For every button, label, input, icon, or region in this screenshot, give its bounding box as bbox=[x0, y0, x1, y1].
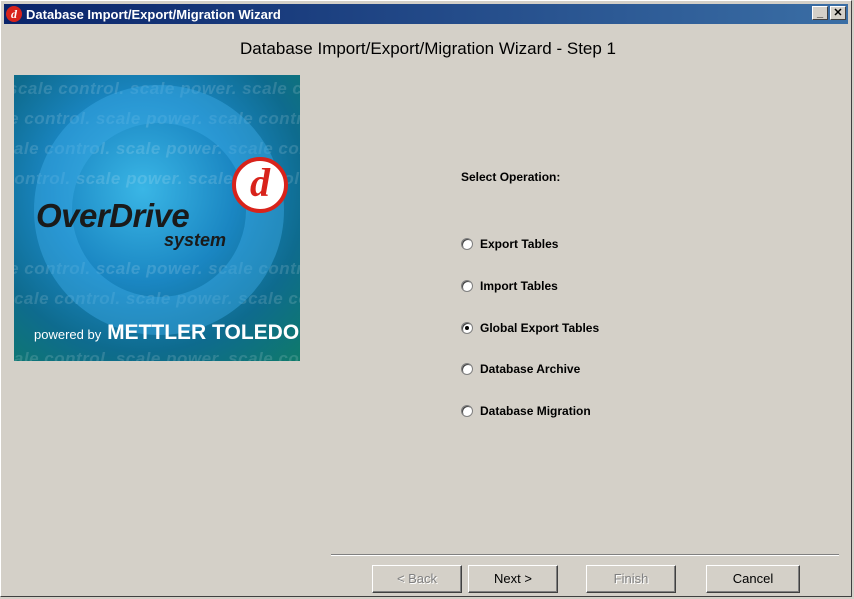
radio-button[interactable] bbox=[461, 280, 473, 292]
back-button[interactable]: < Back bbox=[372, 565, 462, 593]
radio-label: Database Migration bbox=[480, 404, 591, 418]
radio-button[interactable] bbox=[461, 238, 473, 250]
radio-database-migration[interactable]: Database Migration bbox=[461, 404, 591, 418]
finish-button[interactable]: Finish bbox=[586, 565, 676, 593]
radio-label: Export Tables bbox=[480, 237, 559, 251]
window-title: Database Import/Export/Migration Wizard bbox=[26, 6, 281, 22]
d-logo-icon: d bbox=[232, 157, 288, 213]
wizard-heading: Database Import/Export/Migration Wizard … bbox=[239, 39, 617, 58]
wizard-window: d Database Import/Export/Migration Wizar… bbox=[0, 0, 852, 597]
cancel-button[interactable]: Cancel bbox=[706, 565, 800, 593]
app-icon: d bbox=[6, 6, 22, 22]
button-separator bbox=[331, 554, 839, 556]
radio-label: Import Tables bbox=[480, 279, 558, 293]
logo-subtitle: system bbox=[164, 230, 227, 250]
select-operation-label: Select Operation: bbox=[461, 170, 561, 184]
close-button[interactable]: ✕ bbox=[830, 6, 846, 20]
radio-import-tables[interactable]: Import Tables bbox=[461, 279, 558, 293]
radio-label: Global Export Tables bbox=[480, 321, 600, 335]
minimize-button[interactable]: _ bbox=[812, 6, 828, 20]
logo-watermark: scale control. scale power. scale contro… bbox=[14, 349, 300, 361]
radio-database-archive[interactable]: Database Archive bbox=[461, 362, 580, 376]
radio-label: Database Archive bbox=[480, 362, 581, 376]
radio-button[interactable] bbox=[461, 363, 473, 375]
next-button[interactable]: Next > bbox=[468, 565, 558, 593]
radio-export-tables[interactable]: Export Tables bbox=[461, 237, 558, 251]
radio-global-export-tables[interactable]: Global Export Tables bbox=[461, 321, 599, 335]
title-bar[interactable]: d Database Import/Export/Migration Wizar… bbox=[4, 4, 848, 24]
powered-by-prefix: powered by bbox=[34, 327, 102, 342]
close-icon: ✕ bbox=[833, 7, 843, 19]
radio-button[interactable] bbox=[461, 405, 473, 417]
radio-button-selected[interactable] bbox=[461, 322, 473, 334]
powered-by: powered by METTLER TOLEDO bbox=[34, 321, 299, 345]
overdrive-logo: scale control. scale power. scale contro… bbox=[14, 75, 300, 361]
minimize-icon: _ bbox=[816, 7, 824, 19]
powered-by-brand: METTLER TOLEDO bbox=[107, 321, 300, 344]
